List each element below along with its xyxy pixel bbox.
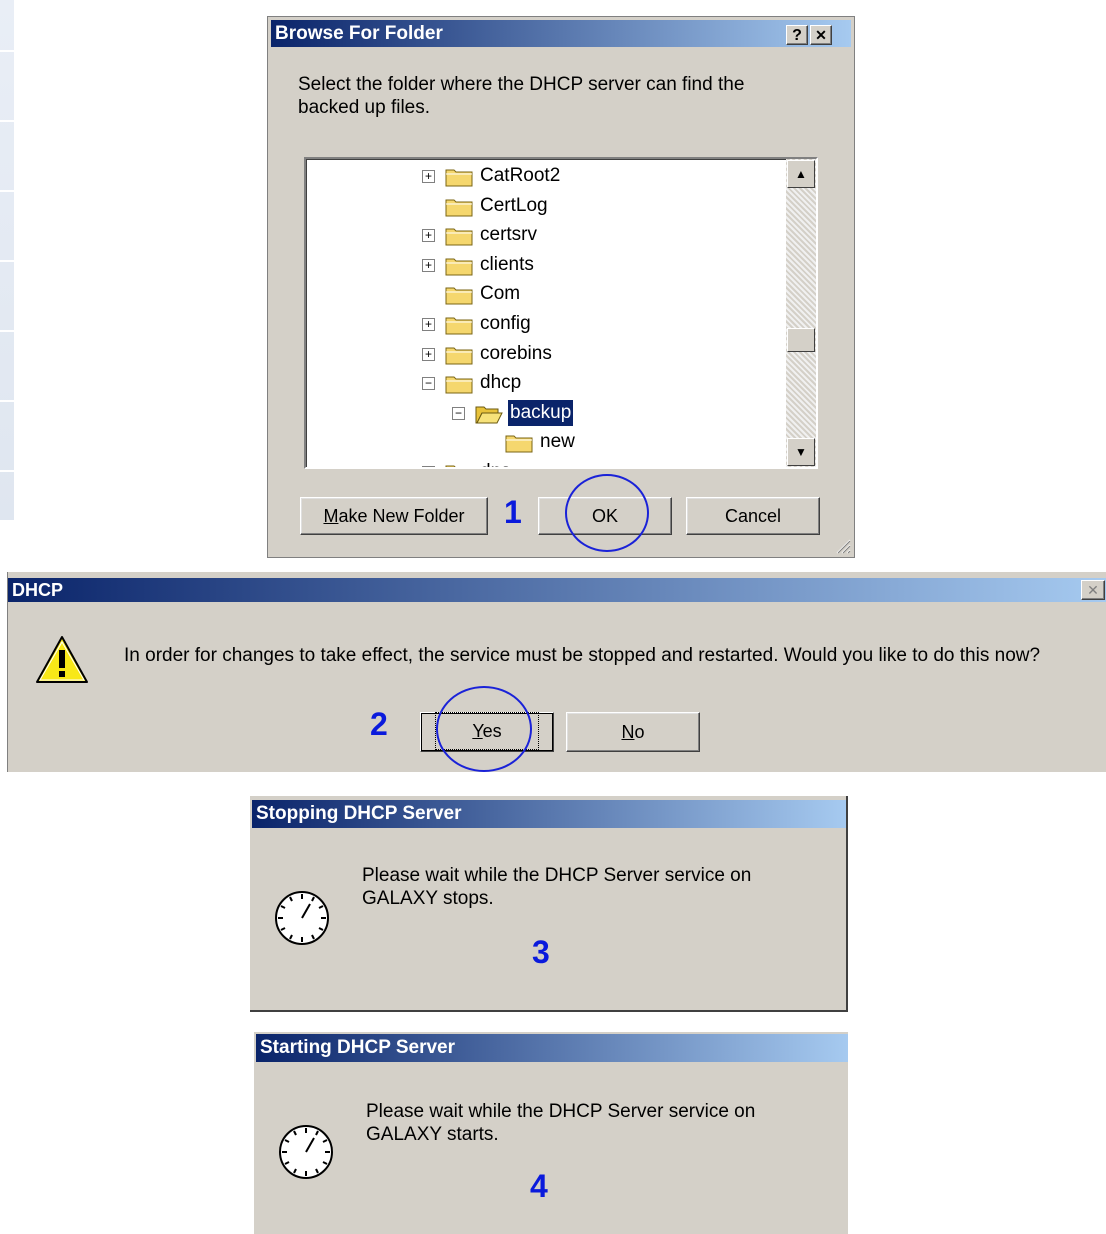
ok-highlight-circle (565, 474, 649, 552)
no-button[interactable]: No (566, 712, 700, 752)
folder-tree[interactable]: − dns new − backup − dhcp + corebins + config Com + c… (304, 157, 818, 469)
browse-dialog-titlebar: Browse For Folder (271, 20, 851, 47)
tree-node-com[interactable]: Com (306, 281, 786, 307)
tree-node-certlog[interactable]: CertLog (306, 193, 786, 219)
starting-message-line1: Please wait while the DHCP Server servic… (366, 1101, 756, 1122)
scroll-up-button[interactable]: ▲ (787, 160, 815, 188)
dhcp-dialog: DHCP ✕ In order for changes to take effe… (7, 572, 1106, 772)
warning-icon (36, 636, 88, 683)
starting-dialog-title: Starting DHCP Server (260, 1037, 455, 1058)
background-window-edge (0, 0, 14, 520)
tree-node-new[interactable]: new (306, 429, 786, 455)
tree-node-dhcp[interactable]: − dhcp (306, 370, 786, 396)
starting-message-line2: GALAXY starts. (366, 1124, 499, 1145)
resize-grip-icon[interactable] (833, 536, 851, 554)
dhcp-close-button[interactable]: ✕ (1081, 580, 1105, 600)
stopping-message-line2: GALAXY stops. (362, 888, 494, 909)
tree-node-label: backup (506, 398, 575, 427)
tree-node-config[interactable]: + config (306, 311, 786, 337)
step-number-2: 2 (370, 706, 388, 742)
open-folder-icon (475, 406, 503, 424)
expand-icon[interactable]: + (422, 170, 435, 183)
collapse-icon[interactable]: − (452, 406, 465, 420)
starting-dhcp-dialog: Starting DHCP Server Please wait while t… (254, 1032, 848, 1234)
clock-icon (275, 891, 329, 945)
tree-node-certsrv[interactable]: + certsrv (306, 222, 786, 248)
step-number-3: 3 (532, 934, 550, 970)
expand-icon[interactable]: + (422, 229, 435, 243)
folder-icon (445, 287, 473, 305)
tree-node-label: CatRoot2 (480, 165, 561, 186)
folder-icon (445, 376, 473, 394)
folder-icon (445, 258, 473, 276)
expand-icon[interactable]: + (422, 258, 435, 272)
stopping-dhcp-dialog: Stopping DHCP Server Please wait while t… (250, 796, 848, 1012)
collapse-icon[interactable]: − (422, 377, 435, 391)
tree-node-label: new (540, 431, 575, 453)
stopping-message-line1: Please wait while the DHCP Server servic… (362, 865, 752, 886)
tree-node-label: certsrv (480, 224, 537, 246)
dhcp-dialog-titlebar: DHCP (8, 578, 1106, 602)
step-number-4: 4 (530, 1168, 548, 1204)
scroll-thumb[interactable] (787, 328, 815, 352)
folder-icon (445, 169, 473, 187)
dhcp-message: In order for changes to take effect, the… (124, 645, 1041, 666)
folder-icon (445, 347, 473, 365)
tree-node-catroot2[interactable]: + CatRoot2 (306, 163, 786, 189)
tree-node-label: Com (480, 283, 521, 305)
tree-node-corebins[interactable]: + corebins (306, 341, 786, 367)
tree-node-label: config (480, 313, 531, 334)
folder-icon (445, 199, 473, 217)
folder-icon (445, 317, 473, 335)
yes-highlight-circle (436, 686, 532, 772)
tree-node-label: clients (480, 253, 534, 275)
collapse-icon[interactable]: − (422, 466, 435, 467)
browse-dialog-title: Browse For Folder (275, 23, 443, 44)
dhcp-dialog-title: DHCP (12, 580, 64, 600)
tree-node-clients[interactable]: + clients (306, 252, 786, 278)
tree-node-label: corebins (480, 342, 552, 364)
tree-node-backup[interactable]: − backup (306, 398, 786, 427)
clock-icon (279, 1125, 333, 1179)
expand-icon[interactable]: + (422, 347, 435, 361)
tree-node-dns[interactable]: − dns (306, 459, 786, 467)
tree-node-label: CertLog (480, 194, 548, 216)
browse-for-folder-dialog: Browse For Folder ? ✕ Select the folder … (267, 16, 855, 558)
help-button[interactable]: ? (786, 25, 808, 45)
make-new-folder-button[interactable]: Make New Folder (300, 497, 488, 535)
tree-node-label: dhcp (480, 372, 522, 394)
browse-prompt: Select the folder where the DHCP server … (298, 74, 745, 118)
folder-icon (445, 228, 473, 246)
expand-icon[interactable]: + (422, 318, 435, 331)
stopping-dialog-titlebar: Stopping DHCP Server (252, 800, 846, 828)
stopping-dialog-title: Stopping DHCP Server (256, 803, 462, 824)
tree-scrollbar[interactable]: ▲ ▼ (786, 159, 816, 467)
tree-node-label: dns (478, 459, 513, 467)
scroll-down-button[interactable]: ▼ (787, 438, 815, 466)
starting-dialog-titlebar: Starting DHCP Server (256, 1034, 848, 1062)
cancel-button[interactable]: Cancel (686, 497, 820, 535)
step-number-1: 1 (504, 494, 522, 530)
close-button[interactable]: ✕ (810, 25, 832, 45)
folder-icon (445, 465, 456, 467)
folder-icon (505, 435, 533, 453)
